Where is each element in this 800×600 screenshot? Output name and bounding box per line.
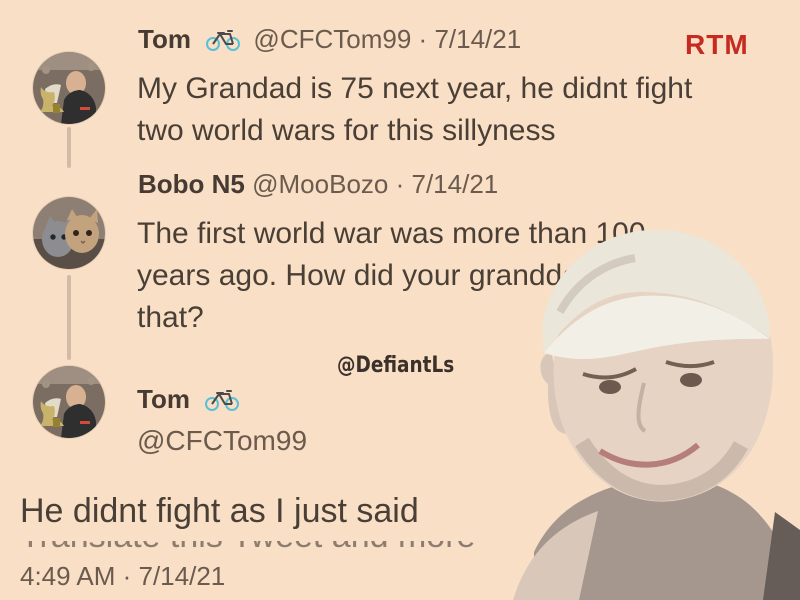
tweet-1-text: My Grandad is 75 next year, he didnt fig… <box>137 68 777 152</box>
tweet-2-handle[interactable]: @MooBozo <box>252 169 388 199</box>
main-tweet-display-name[interactable]: Tom <box>137 384 190 414</box>
tweet-1-display-name[interactable]: Tom <box>138 24 191 54</box>
main-tweet-header: Tom <box>137 383 245 415</box>
avatar-image <box>33 197 105 269</box>
defiantls-watermark: @DefiantLs <box>337 353 455 378</box>
bicycle-icon <box>203 386 241 411</box>
main-tweet-handle[interactable]: @CFCTom99 <box>137 424 307 458</box>
main-tweet-timestamp[interactable]: 4:49 AM · 7/14/21 <box>20 560 225 592</box>
main-tweet-cut-line: Translate this Tweet and more <box>20 541 480 549</box>
rtm-watermark: RTM <box>685 29 749 60</box>
tom-avatar[interactable] <box>33 52 105 124</box>
avatar-image <box>33 366 105 438</box>
main-tweet-cut-text: Translate this Tweet and more <box>20 541 480 549</box>
tweet-1-header: Tom @CFCTom99 · 7/14/21 <box>138 23 521 55</box>
main-tweet-text: He didnt fight as I just said <box>20 492 419 530</box>
tweet-2-separator: · <box>395 169 405 199</box>
tweet-1-line-2: two world wars for this sillyness <box>137 114 556 147</box>
tweet-1-handle[interactable]: @CFCTom99 <box>253 24 411 54</box>
thread-line-1 <box>67 127 71 168</box>
tweet-1-line-1: My Grandad is 75 next year, he didnt fig… <box>137 72 693 105</box>
tweet-2-header: Bobo N5 @MooBozo · 7/14/21 <box>138 168 498 200</box>
tweet-2-date[interactable]: 7/14/21 <box>412 169 499 199</box>
smiling-man-photo <box>460 220 800 600</box>
bicycle-icon <box>204 26 242 51</box>
tweet-1-date[interactable]: 7/14/21 <box>434 24 521 54</box>
tweet-1-separator: · <box>418 24 428 54</box>
main-tweet-avatar[interactable] <box>33 366 105 438</box>
tweet-2-display-name[interactable]: Bobo N5 <box>138 169 245 199</box>
thread-line-2 <box>67 275 71 360</box>
bobo-avatar[interactable] <box>33 197 105 269</box>
avatar-image <box>33 52 105 124</box>
